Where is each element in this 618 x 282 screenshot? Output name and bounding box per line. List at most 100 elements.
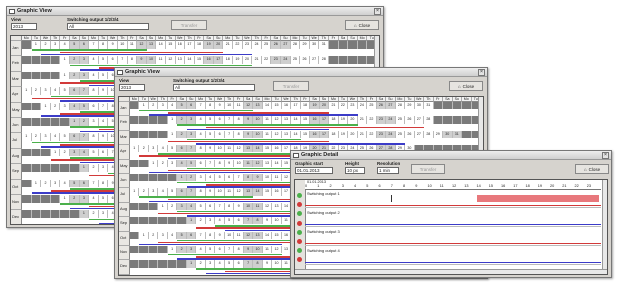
day-cell[interactable]: 13 [176,56,186,65]
day-cell[interactable]: 7 [243,260,254,268]
day-cell[interactable]: 11 [253,202,263,210]
day-cell[interactable]: 8 [234,116,244,124]
day-cell[interactable]: 13 [253,231,263,239]
day-cell[interactable]: 18 [223,56,234,65]
day-cell[interactable]: 2 [51,102,61,111]
close-button[interactable]: ⌂ Close [449,81,483,91]
day-cell[interactable]: 7 [225,246,235,254]
day-cell[interactable]: 5 [215,174,225,182]
day-cell[interactable]: 3 [99,210,109,219]
day-cell[interactable]: 8 [206,231,216,239]
day-cell[interactable]: 4 [215,260,225,268]
day-cell[interactable]: 14 [185,56,195,65]
transfer-button[interactable]: Transfer [273,81,309,91]
day-cell[interactable]: 10 [272,217,282,225]
day-cell[interactable]: 17 [319,130,330,138]
day-cell[interactable]: 2 [177,116,187,124]
day-cell[interactable]: 6 [215,130,225,138]
day-cell[interactable]: 22 [339,102,349,110]
day-cell[interactable]: 1 [186,217,197,225]
day-cell[interactable]: 9 [215,102,225,110]
day-cell[interactable]: 1 [168,246,178,254]
day-cell[interactable]: 11 [128,41,138,49]
day-cell[interactable]: 17 [213,56,224,65]
day-cell[interactable]: 1 [60,56,70,65]
day-cell[interactable]: 2 [149,102,159,110]
day-cell[interactable]: 12 [272,116,282,124]
close-icon[interactable]: × [602,151,609,159]
day-cell[interactable]: 9 [215,231,225,239]
day-cell[interactable]: 7 [196,102,206,110]
day-cell[interactable]: 11 [263,116,273,124]
day-cell[interactable]: 3 [186,116,197,124]
day-cell[interactable]: 10 [234,159,244,167]
day-cell[interactable]: 8 [89,133,99,142]
day-cell[interactable]: 23 [271,56,282,65]
title-bar[interactable]: Graphic Detail × [291,151,611,160]
day-cell[interactable]: 4 [69,102,80,111]
day-cell[interactable]: 16 [282,102,292,110]
day-cell[interactable]: 9 [99,87,109,95]
day-cell[interactable]: 4 [168,231,178,239]
day-cell[interactable]: 3 [41,87,51,95]
day-cell[interactable]: 4 [79,148,90,157]
day-cell[interactable]: 8 [225,202,235,210]
day-cell[interactable]: 1 [60,71,70,80]
day-cell[interactable]: 5 [206,116,216,124]
day-cell[interactable]: 4 [186,202,197,210]
day-cell[interactable]: 6 [69,133,80,142]
day-cell[interactable]: 1 [168,116,178,124]
day-cell[interactable]: 20 [243,56,253,65]
day-cell[interactable]: 7 [118,56,128,65]
day-cell[interactable]: 13 [243,145,254,153]
day-cell[interactable]: 9 [225,159,235,167]
day-cell[interactable]: 21 [358,116,368,124]
day-cell[interactable]: 7 [225,130,235,138]
day-cell[interactable]: 1 [69,118,80,126]
day-cell[interactable]: 11 [234,231,244,239]
switching-output-select[interactable]: All [173,84,255,91]
day-cell[interactable]: 8 [196,145,206,153]
day-cell[interactable]: 9 [99,133,109,142]
day-cell[interactable]: 30 [415,102,425,110]
day-cell[interactable]: 27 [415,130,425,138]
day-cell[interactable]: 15 [166,41,176,49]
day-cell[interactable]: 15 [301,116,311,124]
day-cell[interactable]: 6 [177,145,187,153]
day-cell[interactable]: 3 [69,148,80,157]
day-cell[interactable]: 14 [272,159,282,167]
day-cell[interactable]: 12 [253,159,263,167]
day-cell[interactable]: 4 [60,179,70,188]
day-cell[interactable]: 2 [149,231,159,239]
day-cell[interactable]: 10 [215,188,225,196]
day-cell[interactable]: 8 [206,102,216,110]
day-cell[interactable]: 2 [177,246,187,254]
day-cell[interactable]: 7 [89,41,99,49]
day-cell[interactable]: 19 [339,116,349,124]
day-cell[interactable]: 6 [234,217,244,225]
day-cell[interactable]: 4 [177,159,187,167]
day-cell[interactable]: 17 [185,41,195,49]
graphic-start-field[interactable]: 01.01.2013 [295,167,333,174]
day-cell[interactable]: 24 [281,56,291,65]
day-cell[interactable]: 4 [51,133,61,142]
day-cell[interactable]: 2 [89,210,99,219]
day-cell[interactable]: 1 [186,260,197,268]
day-cell[interactable]: 15 [195,56,205,65]
day-cell[interactable]: 1 [158,202,168,210]
day-cell[interactable]: 18 [329,130,339,138]
day-cell[interactable]: 22 [233,41,243,49]
day-cell[interactable]: 2 [139,145,149,153]
day-cell[interactable]: 5 [69,179,80,188]
day-cell[interactable]: 5 [168,145,178,153]
day-cell[interactable]: 4 [196,246,206,254]
day-cell[interactable]: 1 [22,87,32,95]
day-cell[interactable]: 5 [225,260,235,268]
day-cell[interactable]: 14 [263,231,273,239]
day-cell[interactable]: 24 [386,116,396,124]
day-cell[interactable]: 21 [223,41,234,49]
day-cell[interactable]: 7 [99,102,109,111]
view-year-field[interactable]: 2013 [119,84,145,91]
day-cell[interactable]: 7 [243,217,254,225]
day-cell[interactable]: 23 [348,102,358,110]
